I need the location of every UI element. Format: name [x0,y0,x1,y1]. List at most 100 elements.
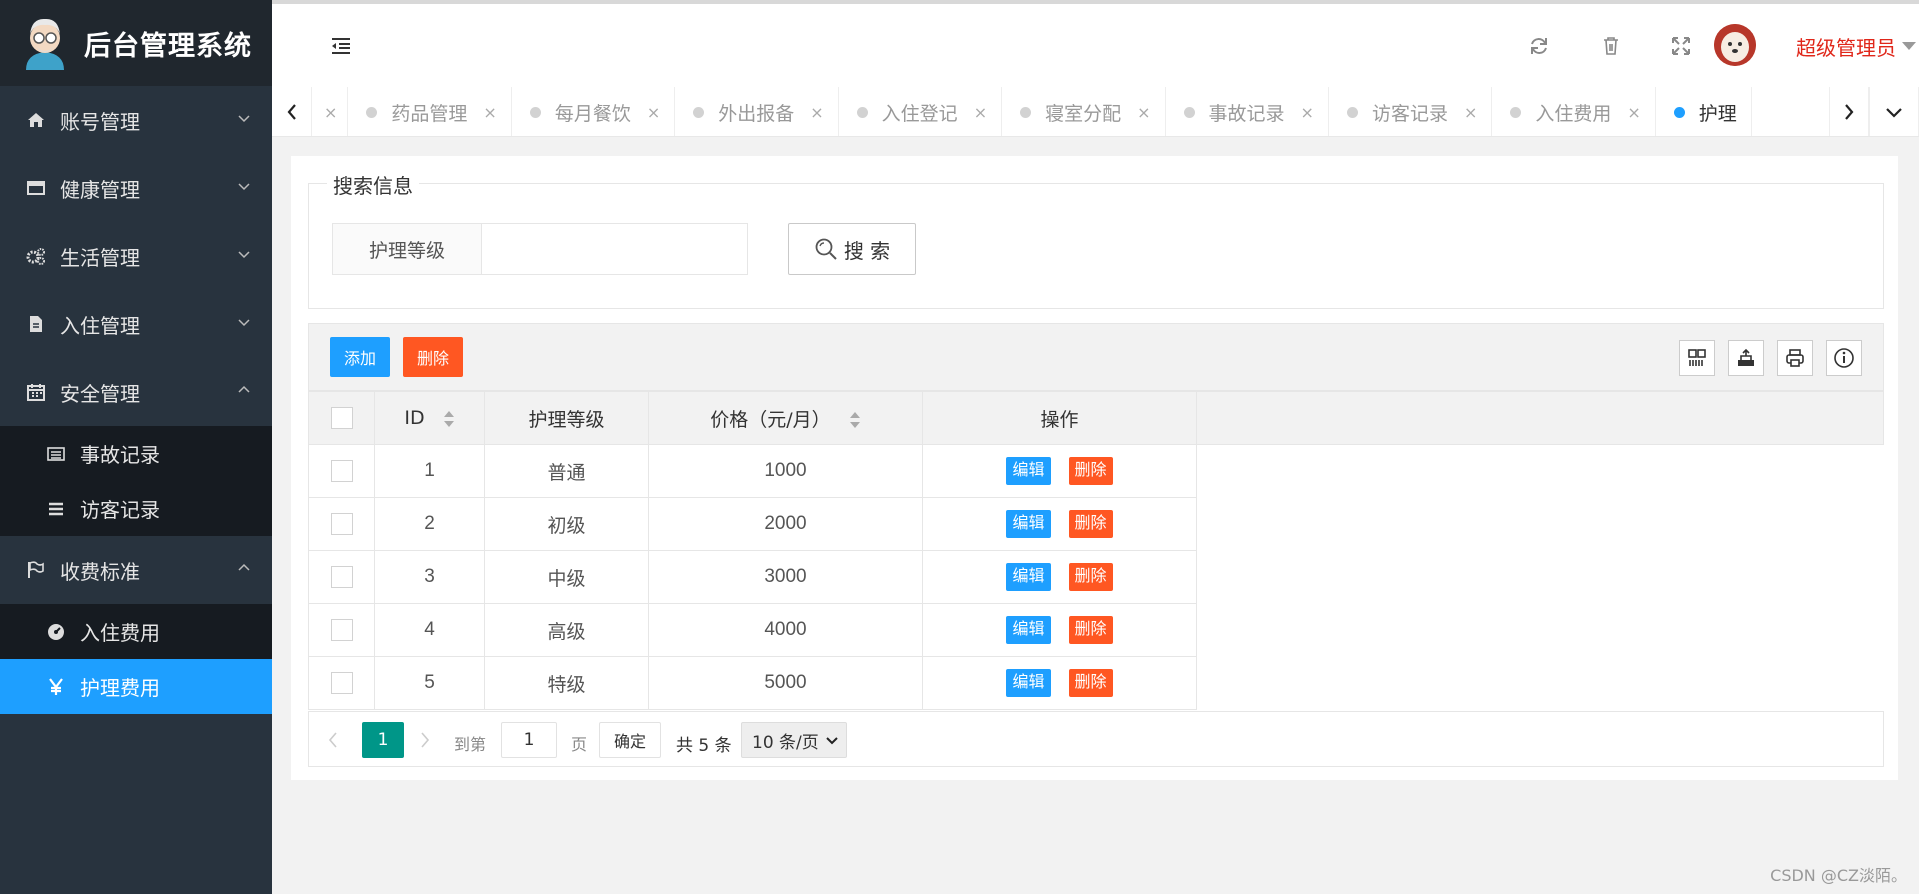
column-header-id[interactable]: ID [374,391,485,445]
goto-confirm-button[interactable]: 确定 [599,722,661,758]
goto-page-input[interactable]: 1 [501,722,557,758]
column-header-price[interactable]: 价格（元/月） [648,391,923,445]
tab-checkin-fee[interactable]: 入住费用 × [1492,87,1656,136]
row-checkbox[interactable] [330,618,353,641]
delete-selected-button[interactable]: 删除 [403,337,463,377]
sidebar-item-visitor-records[interactable]: 访客记录 [0,481,272,536]
table-row: 1 普通 1000 编辑 删除 [308,444,1884,498]
search-field-label: 护理等级 [332,223,482,275]
tab-medicine[interactable]: 药品管理 × [348,87,512,136]
tab-strip: × 药品管理 × 每月餐饮 × 外出报备 × 入住登记 × 寝室分配 × 事故记录 × 访客… [312,87,1752,136]
tab-outing[interactable]: 外出报备 × [675,87,839,136]
columns-icon[interactable] [1679,340,1715,376]
nursing-level-input[interactable] [481,223,748,275]
add-button[interactable]: 添加 [330,337,390,377]
sort-icon[interactable] [849,411,861,429]
trash-icon[interactable] [1600,35,1622,57]
goto-prefix: 到第 [454,735,487,754]
delete-button[interactable]: 删除 [1068,510,1113,538]
sidebar-item-label: 入住管理 [60,313,140,338]
avatar[interactable] [1714,24,1756,66]
close-icon[interactable]: × [1137,103,1150,122]
page-1-button[interactable]: 1 [362,722,404,758]
print-icon[interactable] [1777,340,1813,376]
fullscreen-icon[interactable] [1670,35,1692,57]
edit-button[interactable]: 编辑 [1006,669,1051,697]
prev-page-icon[interactable] [327,730,339,750]
dot-icon [1673,106,1685,118]
tab-home-close[interactable]: × [312,87,349,136]
tabs-next-button[interactable] [1829,87,1869,136]
page-size-select[interactable]: 10 条/页 [741,722,847,758]
row-checkbox[interactable] [330,512,353,535]
row-checkbox[interactable] [330,671,353,694]
sidebar-item-accident-records[interactable]: 事故记录 [0,426,272,481]
tab-label: 事故记录 [1208,102,1285,125]
next-page-icon[interactable] [419,730,431,750]
edit-button[interactable]: 编辑 [1006,616,1051,644]
app-title: 后台管理系统 [84,30,252,62]
tab-nursing[interactable]: 护理 [1656,87,1752,136]
refresh-icon[interactable] [1528,35,1550,57]
tabs-menu-button[interactable] [1869,87,1919,136]
caret-down-icon[interactable] [1902,42,1916,50]
close-icon[interactable]: × [483,103,496,122]
chevron-up-icon [238,563,250,571]
sidebar-item-checkin[interactable]: 入住管理 [0,290,272,358]
row-checkbox[interactable] [330,565,353,588]
delete-button[interactable]: 删除 [1068,616,1113,644]
logo: 后台管理系统 [0,0,272,86]
tab-visitor[interactable]: 访客记录 × [1329,87,1493,136]
table-row: 2 初级 2000 编辑 删除 [308,497,1884,551]
cell-price: 2000 [648,497,923,551]
cell-filler [1196,550,1884,604]
sidebar-item-checkin-fee[interactable]: 入住费用 [0,604,272,659]
chevron-down-icon [238,251,250,259]
edit-button[interactable]: 编辑 [1006,563,1051,591]
close-icon[interactable]: × [810,103,823,122]
sidebar-item-life[interactable]: 生活管理 [0,222,272,290]
tab-accident[interactable]: 事故记录 × [1166,87,1329,136]
close-icon[interactable]: × [1464,103,1477,122]
edit-button[interactable]: 编辑 [1006,510,1051,538]
sidebar-item-account[interactable]: 账号管理 [0,86,272,154]
sidebar-item-label: 安全管理 [60,381,140,406]
tab-label: 入住登记 [881,102,958,125]
dot-icon [1346,106,1358,118]
close-icon[interactable]: × [324,103,337,122]
delete-button[interactable]: 删除 [1068,563,1113,591]
dot-icon [856,106,868,118]
row-checkbox[interactable] [330,459,353,482]
delete-button[interactable]: 删除 [1068,669,1113,697]
user-name[interactable]: 超级管理员 [1796,32,1896,61]
info-icon[interactable] [1826,340,1862,376]
row-select-cell [308,497,375,551]
close-icon[interactable]: × [647,103,660,122]
chevron-down-icon [238,319,250,327]
cell-level: 初级 [484,497,649,551]
search-button[interactable]: 搜 索 [788,223,916,275]
menu-toggle-icon[interactable] [330,37,352,55]
tab-label: 外出报备 [718,102,795,125]
sort-icon[interactable] [443,410,455,428]
close-icon[interactable]: × [1627,103,1640,122]
select-all-checkbox[interactable] [330,407,353,430]
close-icon[interactable]: × [974,103,987,122]
sidebar-item-nursing-fee[interactable]: 护理费用 [0,659,272,714]
tab-meals[interactable]: 每月餐饮 × [512,87,676,136]
sidebar-item-health[interactable]: 健康管理 [0,154,272,222]
sidebar-item-fee-standard[interactable]: 收费标准 [0,536,272,604]
export-icon[interactable] [1728,340,1764,376]
window-icon [26,180,46,196]
tab-checkin[interactable]: 入住登记 × [839,87,1003,136]
column-header-label: ID [404,407,425,429]
tabs-prev-button[interactable] [272,87,312,136]
row-select-cell [308,656,375,710]
sidebar-item-security[interactable]: 安全管理 [0,358,272,426]
total-count: 共 5 条 [676,736,732,756]
delete-button[interactable]: 删除 [1068,457,1113,485]
edit-button[interactable]: 编辑 [1006,457,1051,485]
tab-dorm[interactable]: 寝室分配 × [1002,87,1166,136]
sidebar-item-label: 入住费用 [80,621,160,645]
close-icon[interactable]: × [1301,103,1314,122]
